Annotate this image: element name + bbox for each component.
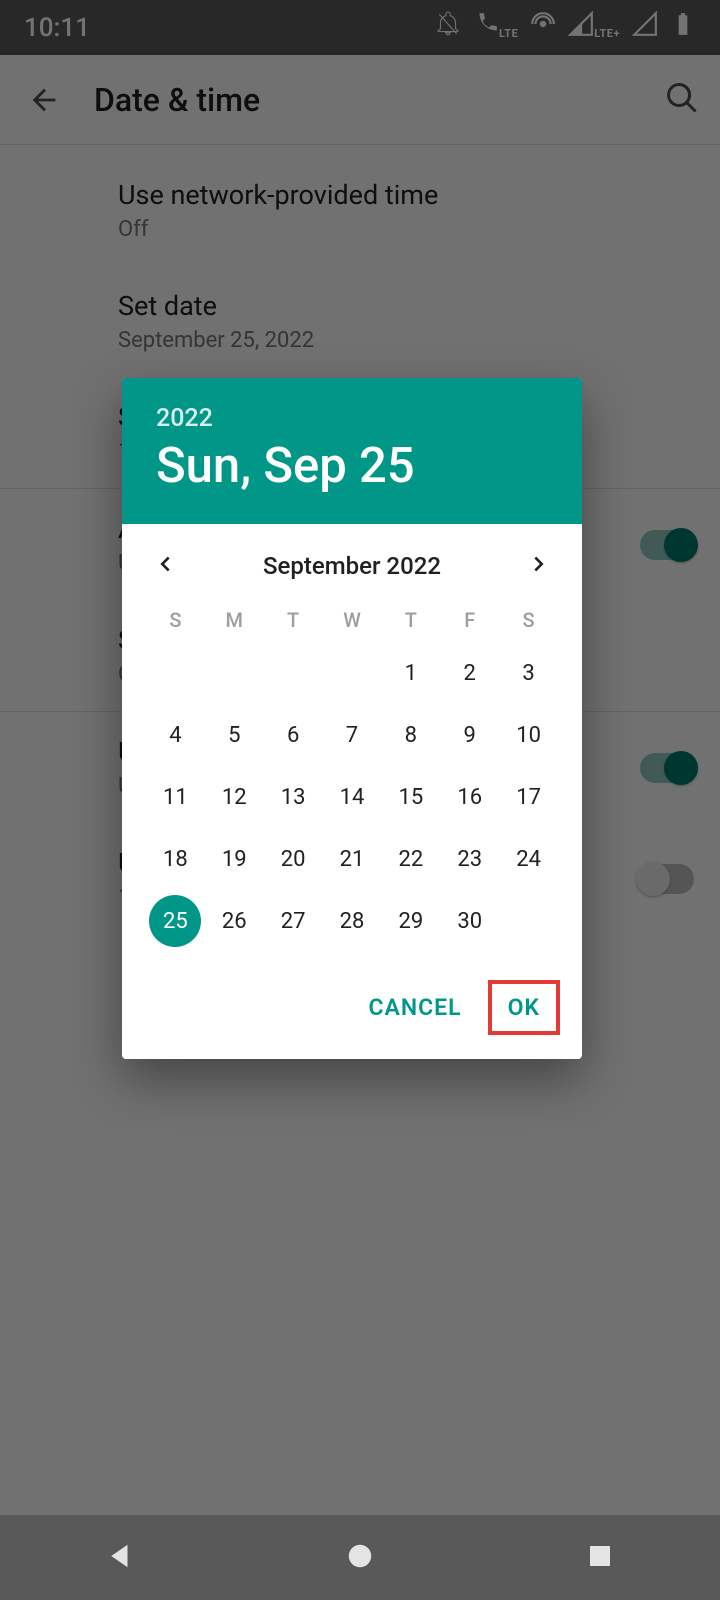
calendar-day[interactable]: 3 [499, 642, 558, 704]
calendar-empty [499, 890, 558, 952]
dow: T [264, 592, 323, 642]
calendar-empty [146, 642, 205, 704]
calendar-day[interactable]: 8 [381, 704, 440, 766]
nav-home-button[interactable] [345, 1541, 375, 1575]
date-picker-header: 2022 Sun, Sep 25 [122, 378, 582, 524]
ok-button[interactable]: OK [492, 984, 556, 1031]
date-picker-year[interactable]: 2022 [156, 404, 548, 433]
calendar-day[interactable]: 5 [205, 704, 264, 766]
calendar-day[interactable]: 1 [381, 642, 440, 704]
circle-home-icon [345, 1541, 375, 1571]
calendar-day[interactable]: 24 [499, 828, 558, 890]
calendar-empty [323, 642, 382, 704]
calendar-empty [205, 642, 264, 704]
calendar-day[interactable]: 29 [381, 890, 440, 952]
dow: W [323, 592, 382, 642]
calendar-week: 45678910 [122, 704, 582, 766]
calendar-day[interactable]: 27 [264, 890, 323, 952]
dow: T [381, 592, 440, 642]
calendar-day[interactable]: 12 [205, 766, 264, 828]
calendar-day[interactable]: 18 [146, 828, 205, 890]
dow: F [440, 592, 499, 642]
date-picker-selected-date: Sun, Sep 25 [156, 437, 548, 494]
calendar-day[interactable]: 22 [381, 828, 440, 890]
next-month-button[interactable] [528, 553, 550, 579]
dow: S [499, 592, 558, 642]
calendar-day[interactable]: 11 [146, 766, 205, 828]
calendar-day[interactable]: 21 [323, 828, 382, 890]
ok-highlight-box: OK [488, 980, 560, 1035]
calendar-day[interactable]: 16 [440, 766, 499, 828]
calendar-day[interactable]: 4 [146, 704, 205, 766]
calendar-day[interactable]: 23 [440, 828, 499, 890]
calendar-empty [264, 642, 323, 704]
nav-back-button[interactable] [105, 1541, 135, 1575]
calendar-day[interactable]: 13 [264, 766, 323, 828]
dow: S [146, 592, 205, 642]
dow: M [205, 592, 264, 642]
triangle-back-icon [105, 1541, 135, 1571]
calendar-day[interactable]: 28 [323, 890, 382, 952]
calendar-day[interactable]: 10 [499, 704, 558, 766]
calendar-day[interactable]: 7 [323, 704, 382, 766]
cancel-button[interactable]: CANCEL [350, 980, 479, 1035]
calendar-day[interactable]: 14 [323, 766, 382, 828]
calendar-grid: 1234567891011121314151617181920212223242… [122, 642, 582, 952]
calendar-day[interactable]: 15 [381, 766, 440, 828]
calendar-day[interactable]: 26 [205, 890, 264, 952]
calendar-day[interactable]: 30 [440, 890, 499, 952]
month-label: September 2022 [263, 552, 441, 580]
calendar-week: 252627282930 [122, 890, 582, 952]
date-picker-dialog: 2022 Sun, Sep 25 September 2022 S M T W … [122, 378, 582, 1059]
calendar-week: 18192021222324 [122, 828, 582, 890]
chevron-right-icon [528, 553, 550, 575]
calendar-day[interactable]: 2 [440, 642, 499, 704]
calendar-week: 11121314151617 [122, 766, 582, 828]
square-recents-icon [585, 1541, 615, 1571]
calendar-week: 123 [122, 642, 582, 704]
prev-month-button[interactable] [154, 553, 176, 579]
nav-recents-button[interactable] [585, 1541, 615, 1575]
calendar-day[interactable]: 20 [264, 828, 323, 890]
weekday-row: S M T W T F S [122, 592, 582, 642]
calendar-day[interactable]: 9 [440, 704, 499, 766]
system-nav-bar [0, 1515, 720, 1600]
month-nav: September 2022 [122, 524, 582, 592]
calendar-day[interactable]: 17 [499, 766, 558, 828]
calendar-day[interactable]: 25 [149, 895, 201, 947]
dialog-actions: CANCEL OK [122, 952, 582, 1059]
calendar-day[interactable]: 6 [264, 704, 323, 766]
calendar-day[interactable]: 19 [205, 828, 264, 890]
chevron-left-icon [154, 553, 176, 575]
